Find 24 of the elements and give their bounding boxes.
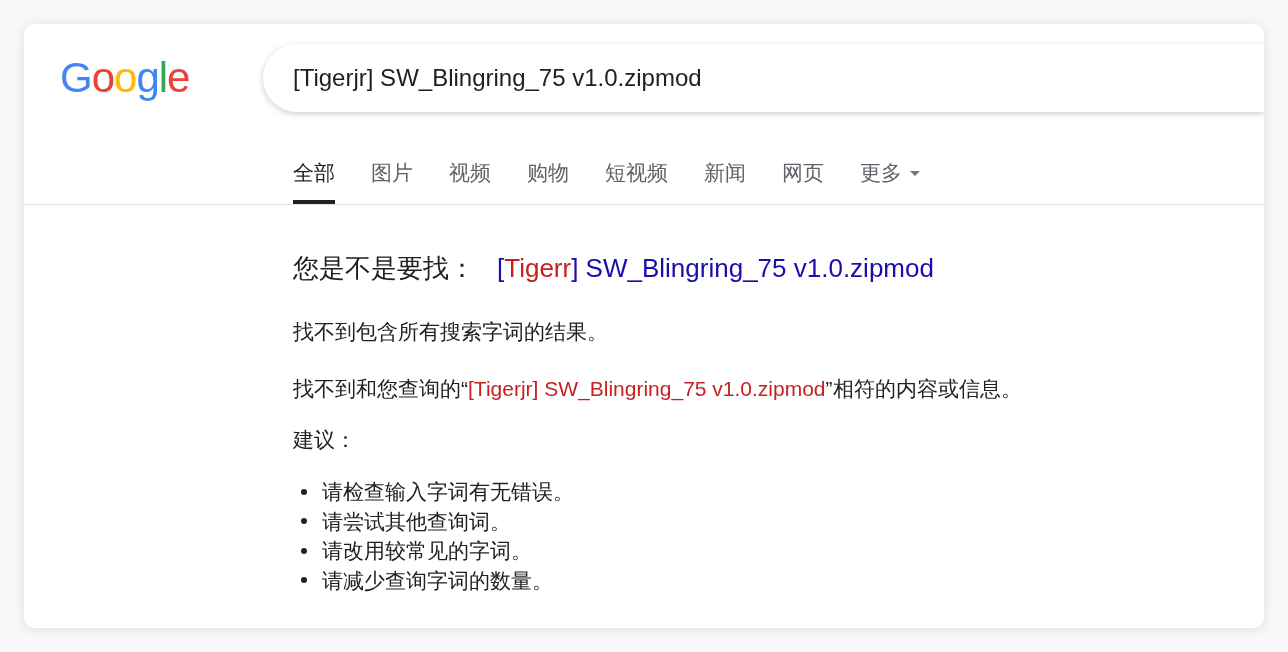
suggestion-item: 请尝试其他查询词。 xyxy=(322,508,511,535)
bullet-icon xyxy=(301,577,307,584)
search-tab[interactable]: 图片 xyxy=(371,160,413,204)
search-tab[interactable]: 购物 xyxy=(527,160,569,204)
bullet-icon xyxy=(301,488,307,495)
suggestion-item: 请改用较常见的字词。 xyxy=(322,538,532,564)
search-tab[interactable]: 更多 xyxy=(860,160,920,204)
search-tab[interactable]: 网页 xyxy=(782,160,824,204)
caret-icon xyxy=(910,170,920,176)
bullet-icon xyxy=(301,547,307,554)
search-field[interactable]: [Tigerjr] SW_Blingring_75 v1.0.zipmod xyxy=(263,44,1264,112)
suggestion-link[interactable]: [Tigerr] SW_Blingring_75 v1.0.zipmod xyxy=(497,253,934,283)
bullet-icon xyxy=(301,518,307,525)
no-match-message: 找不到和您查询的“[Tigerjr] SW_Blingring_75 v1.0.zipmod”相符的内容或信息。 xyxy=(293,376,1023,403)
search-tab[interactable]: 短视频 xyxy=(605,160,668,204)
suggestion-item: 请检查输入字词有无错误。 xyxy=(322,479,574,505)
search-tab[interactable]: 视频 xyxy=(449,160,491,204)
search-tab[interactable]: 全部 xyxy=(293,160,335,204)
did-you-mean-label: 您是不是要找： xyxy=(293,253,475,283)
no-results-message: 找不到包含所有搜索字词的结果。 xyxy=(293,319,609,345)
suggestion-item: 请减少查询字词的数量。 xyxy=(322,567,553,594)
suggestions-heading: 建议： xyxy=(293,427,357,453)
logo[interactable]: Google xyxy=(60,54,190,102)
search-tab[interactable]: 新闻 xyxy=(704,160,746,204)
